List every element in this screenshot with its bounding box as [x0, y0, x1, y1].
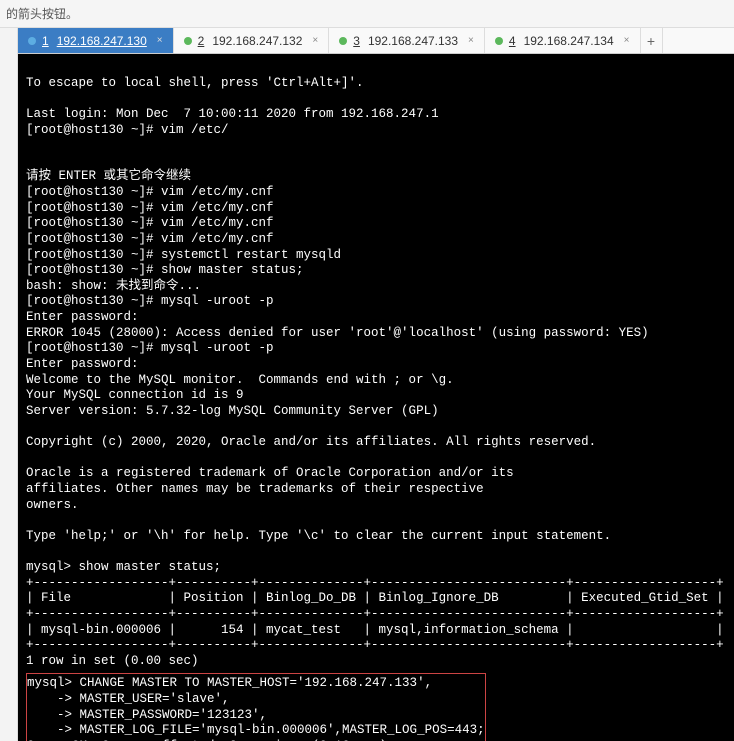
status-dot-icon	[339, 37, 347, 45]
tab-label: 192.168.247.134	[524, 34, 614, 48]
close-icon[interactable]: ×	[157, 35, 163, 46]
tab-bar: 1 192.168.247.130 × 2 192.168.247.132 × 3 192.1…	[18, 28, 734, 54]
status-dot-icon	[495, 37, 503, 45]
left-gutter	[0, 28, 18, 741]
tab-host-4[interactable]: 4 192.168.247.134 ×	[485, 28, 641, 53]
highlighted-region: mysql> CHANGE MASTER TO MASTER_HOST='192…	[26, 673, 486, 741]
tab-host-3[interactable]: 3 192.168.247.133 ×	[329, 28, 485, 53]
terminal-output: To escape to local shell, press 'Ctrl+Al…	[26, 60, 726, 669]
main-area: 1 192.168.247.130 × 2 192.168.247.132 × 3 192.1…	[18, 28, 734, 741]
close-icon[interactable]: ×	[624, 35, 630, 46]
terminal[interactable]: To escape to local shell, press 'Ctrl+Al…	[18, 54, 734, 741]
tab-number: 4	[509, 34, 516, 48]
close-icon[interactable]: ×	[468, 35, 474, 46]
tab-number: 2	[198, 34, 205, 48]
tab-label: 192.168.247.130	[57, 34, 147, 48]
tab-label: 192.168.247.133	[368, 34, 458, 48]
tab-number: 3	[353, 34, 360, 48]
top-bar: 的箭头按钮。	[0, 0, 734, 28]
tab-host-1[interactable]: 1 192.168.247.130 ×	[18, 28, 174, 53]
tab-label: 192.168.247.132	[212, 34, 302, 48]
status-dot-icon	[28, 37, 36, 45]
add-tab-button[interactable]: +	[641, 28, 663, 53]
top-bar-text: 的箭头按钮。	[6, 5, 78, 22]
tab-number: 1	[42, 34, 49, 48]
status-dot-icon	[184, 37, 192, 45]
tab-host-2[interactable]: 2 192.168.247.132 ×	[174, 28, 330, 53]
close-icon[interactable]: ×	[312, 35, 318, 46]
